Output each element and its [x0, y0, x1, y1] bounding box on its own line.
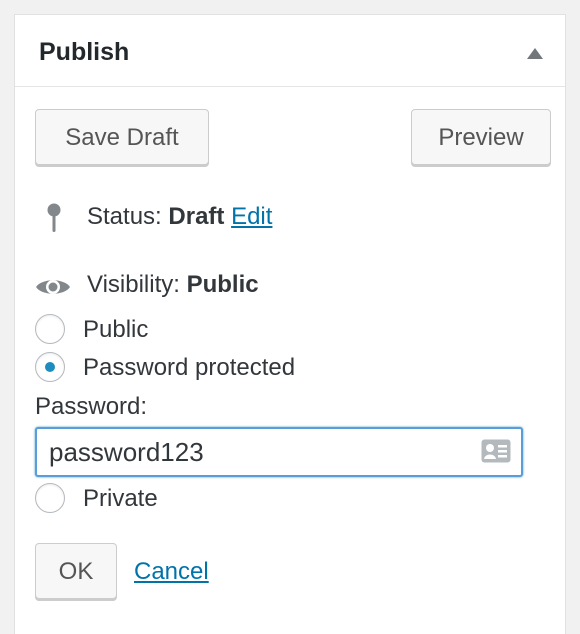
status-label: Status:: [87, 203, 162, 230]
visibility-value: Public: [186, 271, 259, 298]
radio-private[interactable]: [35, 483, 65, 513]
visibility-label: Visibility:: [87, 271, 180, 298]
status-value: Draft: [168, 203, 225, 230]
ok-button[interactable]: OK: [35, 543, 117, 599]
radio-password-protected-label[interactable]: Password protected: [83, 354, 295, 382]
status-row: Status: Draft Edit: [87, 203, 272, 231]
visibility-row: Visibility: Public: [87, 271, 259, 299]
password-field[interactable]: [35, 427, 523, 477]
panel-title: Publish: [39, 38, 130, 66]
cancel-link[interactable]: Cancel: [134, 558, 209, 586]
radio-private-label[interactable]: Private: [83, 485, 158, 513]
pin-icon: [47, 203, 61, 238]
password-input[interactable]: [37, 429, 477, 475]
save-draft-button[interactable]: Save Draft: [35, 109, 209, 165]
radio-password-protected[interactable]: [35, 352, 65, 382]
publish-panel: Publish Save Draft Preview Status: Draft…: [14, 14, 566, 634]
triangle-up-icon[interactable]: [527, 48, 543, 59]
eye-icon: [35, 275, 71, 304]
contact-card-icon[interactable]: [481, 439, 511, 468]
radio-public-label[interactable]: Public: [83, 316, 148, 344]
radio-public[interactable]: [35, 314, 65, 344]
edit-status-link[interactable]: Edit: [231, 203, 272, 230]
panel-header: Publish: [15, 15, 565, 87]
preview-button[interactable]: Preview: [411, 109, 551, 165]
password-label: Password:: [35, 393, 148, 420]
